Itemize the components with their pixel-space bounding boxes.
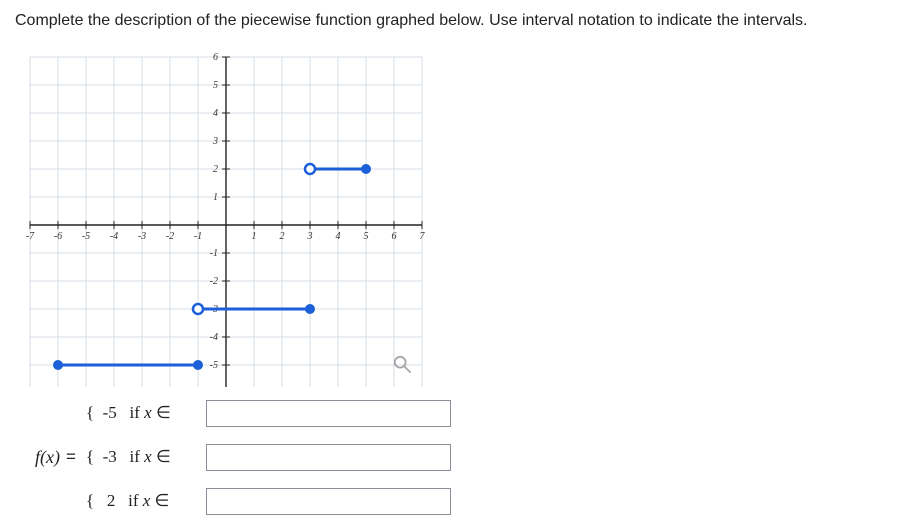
- svg-text:1: 1: [213, 192, 218, 203]
- svg-text:-4: -4: [210, 332, 218, 343]
- piece-label: { -3 if x ∈: [86, 447, 206, 467]
- piece-label: { 2 if x ∈: [86, 491, 206, 511]
- svg-text:-2: -2: [166, 231, 174, 242]
- pieces-column: { -5 if x ∈ { -3 if x ∈ { 2 if x ∈: [86, 397, 451, 517]
- grid-plot: -7-6-5-4-3-2-11234567-6-5-4-3-2-1123456: [15, 47, 425, 387]
- svg-text:1: 1: [252, 231, 257, 242]
- svg-text:-3: -3: [138, 231, 146, 242]
- svg-text:5: 5: [364, 231, 369, 242]
- svg-text:5: 5: [213, 80, 218, 91]
- piece-row: { -3 if x ∈: [86, 441, 451, 473]
- svg-text:-5: -5: [82, 231, 90, 242]
- piecewise-graph: -7-6-5-4-3-2-11234567-6-5-4-3-2-1123456: [15, 47, 425, 387]
- svg-text:-2: -2: [210, 276, 218, 287]
- svg-text:-4: -4: [110, 231, 118, 242]
- svg-text:-1: -1: [210, 248, 218, 259]
- svg-text:3: 3: [212, 136, 218, 147]
- svg-text:3: 3: [307, 231, 313, 242]
- interval-input-3[interactable]: [206, 488, 451, 515]
- svg-text:6: 6: [213, 52, 218, 63]
- svg-text:2: 2: [213, 164, 218, 175]
- svg-text:-6: -6: [54, 231, 62, 242]
- equals-sign: =: [66, 447, 76, 467]
- piece-row: { 2 if x ∈: [86, 485, 451, 517]
- svg-text:-5: -5: [210, 360, 218, 371]
- magnifier-icon[interactable]: [393, 355, 411, 373]
- svg-text:7: 7: [420, 231, 426, 242]
- svg-text:2: 2: [280, 231, 285, 242]
- interval-input-1[interactable]: [206, 400, 451, 427]
- function-name: f(x): [35, 447, 60, 468]
- function-definition: f(x) = { -5 if x ∈ { -3 if x ∈ { 2 if x …: [35, 397, 892, 517]
- svg-text:-1: -1: [194, 231, 202, 242]
- piece-label: { -5 if x ∈: [86, 403, 206, 423]
- svg-text:4: 4: [336, 231, 341, 242]
- interval-input-2[interactable]: [206, 444, 451, 471]
- svg-text:4: 4: [213, 108, 218, 119]
- instructions-text: Complete the description of the piecewis…: [15, 10, 892, 32]
- svg-text:6: 6: [392, 231, 397, 242]
- svg-text:-7: -7: [26, 231, 35, 242]
- piece-row: { -5 if x ∈: [86, 397, 451, 429]
